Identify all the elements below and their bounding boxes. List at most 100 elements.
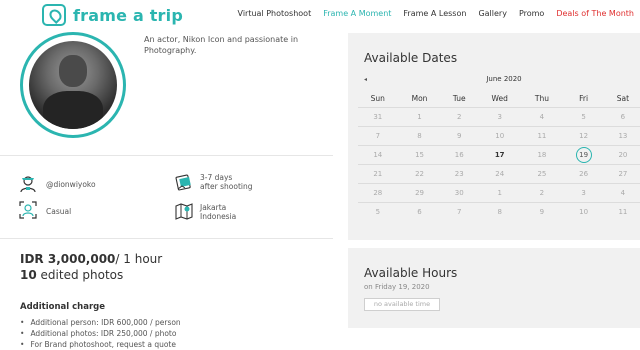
username: @dionwiyoko	[46, 180, 96, 189]
calendar-day-label: 9	[539, 207, 545, 216]
calendar-day[interactable]: 3	[561, 182, 606, 202]
calendar-day[interactable]: 11	[522, 125, 562, 145]
price: IDR 3,000,000/ 1 hour	[20, 252, 162, 266]
calendar-day[interactable]: 7	[358, 125, 398, 145]
calendar-day[interactable]: 22	[397, 163, 442, 183]
calendar-day[interactable]: 30	[441, 182, 478, 202]
calendar-day[interactable]: 2	[522, 182, 562, 202]
calendar-day[interactable]: 10	[477, 125, 523, 145]
calendar-day-label: 1	[417, 112, 422, 121]
nav-promo[interactable]: Promo	[519, 9, 544, 18]
additional-charge-title: Additional charge	[20, 302, 106, 312]
month-navigation: June 2020 ◂	[364, 75, 634, 87]
calendar-day-label: 16	[454, 150, 464, 159]
calendar-day-label: 7	[457, 207, 462, 216]
map-pin-icon	[42, 4, 66, 26]
calendar-week: 28 29 30 1 2 3 4	[358, 182, 640, 202]
calendar-day-label: 31	[373, 112, 383, 121]
calendar-day-label: 10	[495, 131, 505, 140]
calendar-day[interactable]: 29	[397, 182, 442, 202]
calendar-day[interactable]: 25	[522, 163, 562, 183]
delivery-photos-icon	[174, 172, 194, 192]
no-available-time-slot: no available time	[364, 298, 440, 311]
price-amount: IDR 3,000,000	[20, 252, 116, 266]
photographer-icon	[18, 173, 38, 193]
calendar-day-label: 29	[415, 188, 424, 197]
nav-virtual-photoshoot[interactable]: Virtual Photoshoot	[238, 9, 312, 18]
calendar-day-label: 8	[497, 207, 502, 216]
weekday-header: Tue	[452, 94, 466, 104]
logo-text: frame a trip	[73, 5, 183, 25]
calendar-day[interactable]: 23	[441, 163, 478, 183]
calendar-day[interactable]: 2	[441, 106, 478, 126]
calendar-day[interactable]: 1	[477, 182, 523, 202]
nav-frame-a-lesson[interactable]: Frame A Lesson	[403, 9, 466, 18]
available-dates-panel: Available Dates June 2020 ◂ Sun Mon Tue Wed…	[348, 33, 640, 240]
calendar-day[interactable]: 15	[397, 144, 442, 164]
nav-frame-a-moment[interactable]: Frame A Moment	[323, 9, 391, 18]
list-item: Additional photos: IDR 250,000 / photo	[20, 328, 181, 339]
calendar-day[interactable]: 5	[561, 106, 606, 126]
calendar-day[interactable]: 8	[397, 125, 442, 145]
calendar-day[interactable]: 3	[477, 106, 523, 126]
prev-month-icon[interactable]: ◂	[364, 76, 367, 83]
delivery-time-line2: after shooting	[200, 182, 253, 191]
calendar-day-label: 11	[537, 131, 547, 140]
calendar-day[interactable]: 9	[441, 125, 478, 145]
photographer-avatar-image	[29, 41, 117, 129]
calendar-day-label: 19	[575, 146, 592, 163]
list-item: For Brand photoshoot, request a quote	[20, 339, 181, 350]
calendar-day[interactable]: 7	[441, 201, 478, 221]
map-icon	[174, 201, 194, 221]
weekday-header: Fri	[579, 94, 589, 104]
calendar-day[interactable]: 31	[358, 106, 398, 126]
delivery-time: 3-7 days after shooting	[200, 173, 253, 191]
calendar-day[interactable]: 11	[605, 201, 640, 221]
calendar-day-label: 3	[581, 188, 586, 197]
edited-photos-count: 10	[20, 268, 37, 282]
casual-style-icon	[18, 200, 38, 220]
calendar-day[interactable]: 4	[522, 106, 562, 126]
calendar-day[interactable]: 19	[561, 144, 606, 164]
calendar-day[interactable]: 4	[605, 182, 640, 202]
weekday-header: Sat	[616, 94, 630, 104]
calendar-day[interactable]: 6	[605, 106, 640, 126]
calendar-day-label: 3	[497, 112, 502, 121]
calendar-day[interactable]: 27	[605, 163, 640, 183]
edited-photos-label: edited photos	[40, 268, 124, 282]
divider	[0, 155, 333, 156]
calendar-day-label: 4	[620, 188, 626, 197]
location-city: Jakarta	[200, 203, 227, 212]
calendar-day[interactable]: 10	[561, 201, 606, 221]
calendar-day[interactable]: 1	[397, 106, 442, 126]
calendar-day[interactable]: 8	[477, 201, 523, 221]
calendar-week: 21 22 23 24 25 26 27	[358, 163, 640, 183]
weekday-header: Sun	[370, 94, 385, 104]
nav-gallery[interactable]: Gallery	[478, 9, 507, 18]
calendar-day[interactable]: 6	[397, 201, 442, 221]
calendar-day[interactable]: 13	[605, 125, 640, 145]
logo[interactable]: frame a trip	[42, 4, 183, 26]
calendar-day[interactable]: 28	[358, 182, 398, 202]
nav-deals-of-the-month[interactable]: Deals of The Month	[556, 9, 634, 18]
calendar-day-label: 14	[373, 150, 383, 159]
calendar-day[interactable]: 18	[522, 144, 562, 164]
calendar-day[interactable]: 16	[441, 144, 478, 164]
calendar-day[interactable]: 26	[561, 163, 606, 183]
calendar-day-label: 23	[454, 169, 464, 178]
weekday-header: Thu	[534, 94, 549, 104]
edited-photos: 10 edited photos	[20, 268, 123, 282]
month-label: June 2020	[486, 75, 522, 83]
calendar-day-label: 25	[537, 169, 547, 178]
calendar-day[interactable]: 14	[358, 144, 398, 164]
calendar-week: 7 8 9 10 11 12 13	[358, 125, 640, 145]
calendar-day[interactable]: 24	[477, 163, 523, 183]
calendar-day[interactable]: 21	[358, 163, 398, 183]
avatar	[20, 32, 126, 138]
calendar-day-label: 9	[457, 131, 462, 140]
calendar-day[interactable]: 12	[561, 125, 606, 145]
calendar-day[interactable]: 17	[477, 144, 523, 164]
calendar-day[interactable]: 5	[358, 201, 398, 221]
calendar-day[interactable]: 9	[522, 201, 562, 221]
calendar-day[interactable]: 20	[605, 144, 640, 164]
